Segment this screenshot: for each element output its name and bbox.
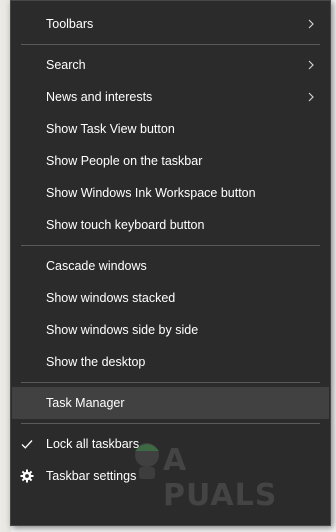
menu-item-lock-all-taskbars[interactable]: Lock all taskbars bbox=[11, 428, 330, 460]
menu-item-label: Toolbars bbox=[46, 17, 94, 31]
menu-item-search[interactable]: Search bbox=[11, 49, 330, 81]
menu-item-show-windows-stacked[interactable]: Show windows stacked bbox=[11, 282, 330, 314]
taskbar-context-menu: Toolbars Search News and interests Show … bbox=[10, 0, 331, 526]
menu-item-show-windows-ink-workspace[interactable]: Show Windows Ink Workspace button bbox=[11, 177, 330, 209]
menu-item-taskbar-settings[interactable]: Taskbar settings bbox=[11, 460, 330, 492]
menu-item-label: Lock all taskbars bbox=[46, 437, 140, 451]
checkmark-icon bbox=[20, 437, 34, 451]
menu-item-label: News and interests bbox=[46, 90, 153, 104]
menu-item-label: Show windows side by side bbox=[46, 323, 199, 337]
menu-separator bbox=[21, 382, 320, 383]
menu-item-label: Search bbox=[46, 58, 86, 72]
menu-item-show-the-desktop[interactable]: Show the desktop bbox=[11, 346, 330, 378]
menu-separator bbox=[21, 245, 320, 246]
menu-item-label: Cascade windows bbox=[46, 259, 147, 273]
menu-item-cascade-windows[interactable]: Cascade windows bbox=[11, 250, 330, 282]
menu-item-label: Show People on the taskbar bbox=[46, 154, 203, 168]
menu-item-label: Show the desktop bbox=[46, 355, 146, 369]
menu-item-toolbars[interactable]: Toolbars bbox=[11, 8, 330, 40]
menu-item-label: Show windows stacked bbox=[46, 291, 176, 305]
menu-item-show-windows-side-by-side[interactable]: Show windows side by side bbox=[11, 314, 330, 346]
menu-item-label: Show Windows Ink Workspace button bbox=[46, 186, 256, 200]
menu-item-label: Show touch keyboard button bbox=[46, 218, 205, 232]
menu-separator bbox=[21, 423, 320, 424]
menu-item-show-task-view-button[interactable]: Show Task View button bbox=[11, 113, 330, 145]
menu-separator bbox=[21, 44, 320, 45]
menu-item-task-manager[interactable]: Task Manager bbox=[12, 387, 329, 419]
chevron-right-icon bbox=[306, 19, 316, 29]
chevron-right-icon bbox=[306, 60, 316, 70]
chevron-right-icon bbox=[306, 92, 316, 102]
gear-icon bbox=[20, 469, 34, 483]
menu-item-show-people[interactable]: Show People on the taskbar bbox=[11, 145, 330, 177]
menu-item-label: Taskbar settings bbox=[46, 469, 137, 483]
menu-item-label: Task Manager bbox=[46, 396, 125, 410]
menu-item-show-touch-keyboard[interactable]: Show touch keyboard button bbox=[11, 209, 330, 241]
menu-item-label: Show Task View button bbox=[46, 122, 175, 136]
menu-item-news-and-interests[interactable]: News and interests bbox=[11, 81, 330, 113]
